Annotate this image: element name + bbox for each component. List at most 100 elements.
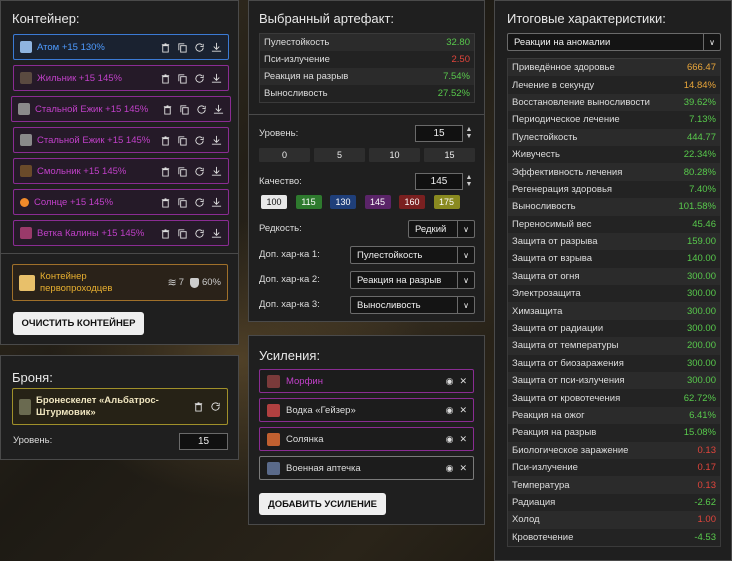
chevron-down-icon: ∨: [457, 247, 474, 263]
container-item-card[interactable]: Контейнер первопроходцев ≋ 7 60%: [12, 264, 228, 301]
container-artifact-item[interactable]: Ветка Калины +15 145%: [13, 220, 229, 246]
level-spinner[interactable]: ▲ ▼: [465, 126, 473, 140]
trash-icon[interactable]: [160, 228, 171, 239]
rarity-select[interactable]: Редкий ∨: [408, 220, 475, 238]
artifact-panel: Выбранный артефакт: Пулестойкость 32.80 Пс…: [248, 0, 485, 322]
total-stat-value: 45.46: [692, 218, 716, 230]
refresh-icon[interactable]: [194, 135, 205, 146]
trash-icon[interactable]: [193, 401, 204, 412]
copy-icon[interactable]: [177, 42, 188, 53]
copy-icon[interactable]: [177, 166, 188, 177]
trash-icon[interactable]: [160, 166, 171, 177]
artifact-stat-row: Пулестойкость 32.80: [260, 34, 474, 51]
download-icon[interactable]: [211, 42, 222, 53]
item-actions: [162, 104, 224, 115]
armor-item-card[interactable]: Бронескелет «Альбатрос-Штурмовик»: [12, 388, 228, 425]
totals-filter-value: Реакции на аномалии: [514, 36, 611, 48]
level-preset-button[interactable]: 10: [369, 148, 420, 162]
quality-preset-button[interactable]: 115: [295, 195, 322, 209]
trash-icon[interactable]: [160, 197, 171, 208]
level-preset-button[interactable]: 0: [259, 148, 310, 162]
boost-name: Военная аптечка: [286, 462, 361, 474]
copy-icon[interactable]: [177, 73, 188, 84]
total-stat-row: Защита от кровотечения 62.72%: [508, 389, 720, 407]
quality-preset-button[interactable]: 175: [433, 195, 460, 209]
container-artifact-item[interactable]: Солнце +15 145%: [13, 189, 229, 215]
download-icon[interactable]: [211, 166, 222, 177]
total-stat-row: Электрозащита 300.00: [508, 285, 720, 303]
shield-icon: [189, 277, 199, 288]
container-artifact-item[interactable]: Жильник +15 145%: [13, 65, 229, 91]
artifact-quality-input[interactable]: 145: [415, 173, 463, 190]
close-icon[interactable]: ✕: [459, 463, 467, 474]
level-preset-button[interactable]: 5: [314, 148, 365, 162]
refresh-icon[interactable]: [194, 197, 205, 208]
download-icon[interactable]: [211, 135, 222, 146]
total-stat-label: Защита от биозаражения: [512, 357, 624, 369]
refresh-icon[interactable]: [194, 166, 205, 177]
sun-artifact-icon: [20, 197, 29, 207]
extra-stat-select[interactable]: Пулестойкость ∨: [350, 246, 475, 264]
eye-icon[interactable]: ◉: [446, 376, 454, 387]
quality-preset-button[interactable]: 100: [261, 195, 287, 209]
quality-preset-button[interactable]: 130: [330, 195, 356, 209]
refresh-icon[interactable]: [210, 401, 221, 412]
extra-stat-select[interactable]: Реакция на разрыв ∨: [350, 271, 475, 289]
close-icon[interactable]: ✕: [459, 376, 467, 387]
download-icon[interactable]: [211, 197, 222, 208]
refresh-icon[interactable]: [194, 228, 205, 239]
boost-name: Водка «Гейзер»: [286, 404, 356, 416]
total-stat-row: Выносливость 101.58%: [508, 198, 720, 216]
total-stat-row: Кровотечение -4.53: [508, 528, 720, 546]
quality-spinner[interactable]: ▲ ▼: [465, 174, 473, 188]
extra-stat-select[interactable]: Выносливость ∨: [350, 296, 475, 314]
add-boost-button[interactable]: ДОБАВИТЬ УСИЛЕНИЕ: [259, 493, 386, 515]
boost-item[interactable]: Водка «Гейзер» ◉ ✕: [259, 398, 474, 422]
trash-icon[interactable]: [160, 135, 171, 146]
eye-icon[interactable]: ◉: [446, 405, 454, 416]
total-stat-value: 200.00: [686, 340, 716, 352]
slots-icon: ≋: [167, 277, 177, 289]
boost-item[interactable]: Морфин ◉ ✕: [259, 369, 474, 393]
refresh-icon[interactable]: [194, 73, 205, 84]
artifact-level-input[interactable]: 15: [415, 125, 463, 142]
copy-icon[interactable]: [179, 104, 190, 115]
eye-icon[interactable]: ◉: [446, 434, 454, 445]
quality-preset-button[interactable]: 145: [364, 195, 391, 209]
artifact-stats-table: Пулестойкость 32.80 Пси-излучение 2.50 Реакц…: [259, 33, 475, 103]
download-icon[interactable]: [211, 228, 222, 239]
eye-icon[interactable]: ◉: [446, 463, 454, 474]
download-icon[interactable]: [211, 73, 222, 84]
total-stat-row: Защита от взрыва 140.00: [508, 250, 720, 268]
container-artifact-item[interactable]: Смольник +15 145%: [13, 158, 229, 184]
totals-filter-select[interactable]: Реакции на аномалии ∨: [507, 33, 721, 51]
armor-level-input[interactable]: 15: [179, 433, 228, 450]
close-icon[interactable]: ✕: [459, 434, 467, 445]
trash-icon[interactable]: [160, 42, 171, 53]
stat-value: 2.50: [451, 54, 471, 65]
refresh-icon[interactable]: [194, 42, 205, 53]
armor-panel: Броня: Бронескелет «Альбатрос-Штурмовик»…: [0, 355, 239, 460]
container-artifact-item[interactable]: Атом +15 130%: [13, 34, 229, 60]
refresh-icon[interactable]: [196, 104, 207, 115]
copy-icon[interactable]: [177, 228, 188, 239]
copy-icon[interactable]: [177, 135, 188, 146]
close-icon[interactable]: ✕: [459, 405, 467, 416]
copy-icon[interactable]: [177, 197, 188, 208]
trash-icon[interactable]: [160, 73, 171, 84]
total-stat-label: Кровотечение: [512, 531, 574, 543]
boost-item[interactable]: Военная аптечка ◉ ✕: [259, 456, 474, 480]
boost-item[interactable]: Солянка ◉ ✕: [259, 427, 474, 451]
clear-container-button[interactable]: ОЧИСТИТЬ КОНТЕЙНЕР: [13, 312, 144, 335]
container-item-name: Солнце +15 145%: [34, 196, 114, 208]
level-preset-button[interactable]: 15: [424, 148, 475, 162]
extra-stat-value: Реакция на разрыв: [357, 274, 442, 286]
rarity-label: Редкость:: [259, 223, 302, 234]
trash-icon[interactable]: [162, 104, 173, 115]
total-stat-label: Регенерация здоровья: [512, 183, 613, 195]
container-artifact-item[interactable]: Стальной Ежик +15 145%: [11, 96, 231, 122]
total-stat-label: Радиация: [512, 496, 556, 508]
quality-preset-button[interactable]: 160: [399, 195, 425, 209]
download-icon[interactable]: [213, 104, 224, 115]
container-artifact-item[interactable]: Стальной Ежик +15 145%: [13, 127, 229, 153]
